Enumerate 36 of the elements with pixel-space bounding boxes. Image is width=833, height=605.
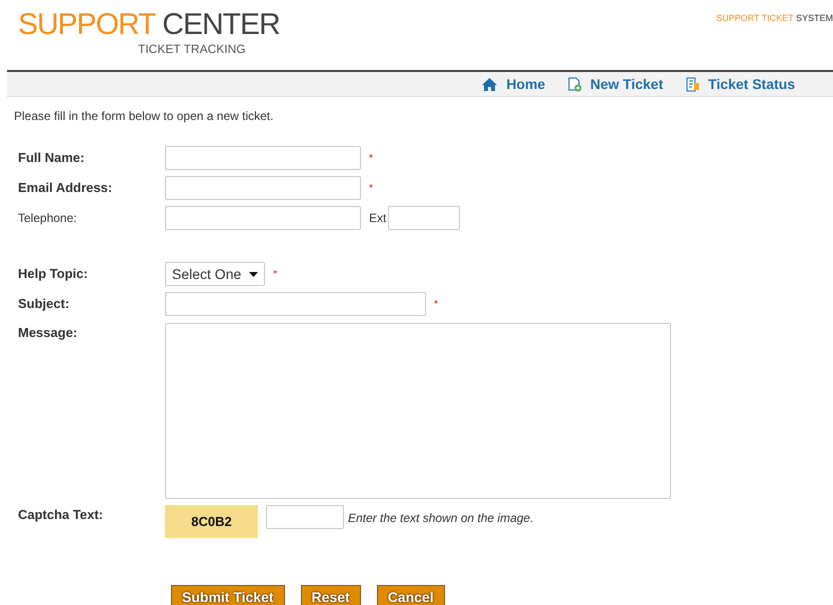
message-field[interactable] [165,323,671,499]
field-label: Help Topic: [18,265,89,284]
nav-link[interactable]: Home [481,74,546,94]
document-icon [685,76,700,92]
input-field[interactable] [165,176,361,200]
select-dropdown[interactable]: Select One [165,262,266,286]
captcha-image: 8C0B2 [165,505,258,538]
required-mark: * [434,298,438,312]
field-label: Email Address: [18,179,114,198]
form-button[interactable]: Reset [300,585,361,605]
input-field[interactable] [165,206,361,230]
field-label: Subject: [18,295,70,314]
form-button[interactable]: Submit Ticket [171,585,285,605]
field-label: Message: [18,324,78,342]
home-icon [481,76,498,92]
input-field[interactable] [388,206,460,230]
required-mark: * [273,268,278,282]
nav-link[interactable]: Ticket Status [685,74,795,94]
new-document-icon [567,76,582,92]
field-label: Captcha Text: [18,506,104,524]
field-label: Telephone: [18,210,78,227]
caret-icon [249,272,258,276]
captcha-input[interactable] [266,505,344,529]
input-field[interactable] [165,146,361,170]
logo-subtitle: TICKET TRACKING [138,41,246,58]
logo-title: SUPPORT CENTER [18,10,280,40]
required-mark: * [369,182,373,196]
required-mark: * [369,152,373,166]
input-field[interactable] [165,292,426,316]
field-label: Full Name: [18,149,86,168]
nav-link[interactable]: New Ticket [567,74,664,94]
ext-label: Ext [369,210,386,227]
form-button[interactable]: Cancel [376,585,445,605]
system-title: SUPPORT TICKET SYSTEM [716,12,833,25]
intro-text: Please fill in the form below to open a new ticket. [14,108,274,125]
captcha-hint: Enter the text shown on the image. [348,510,534,527]
